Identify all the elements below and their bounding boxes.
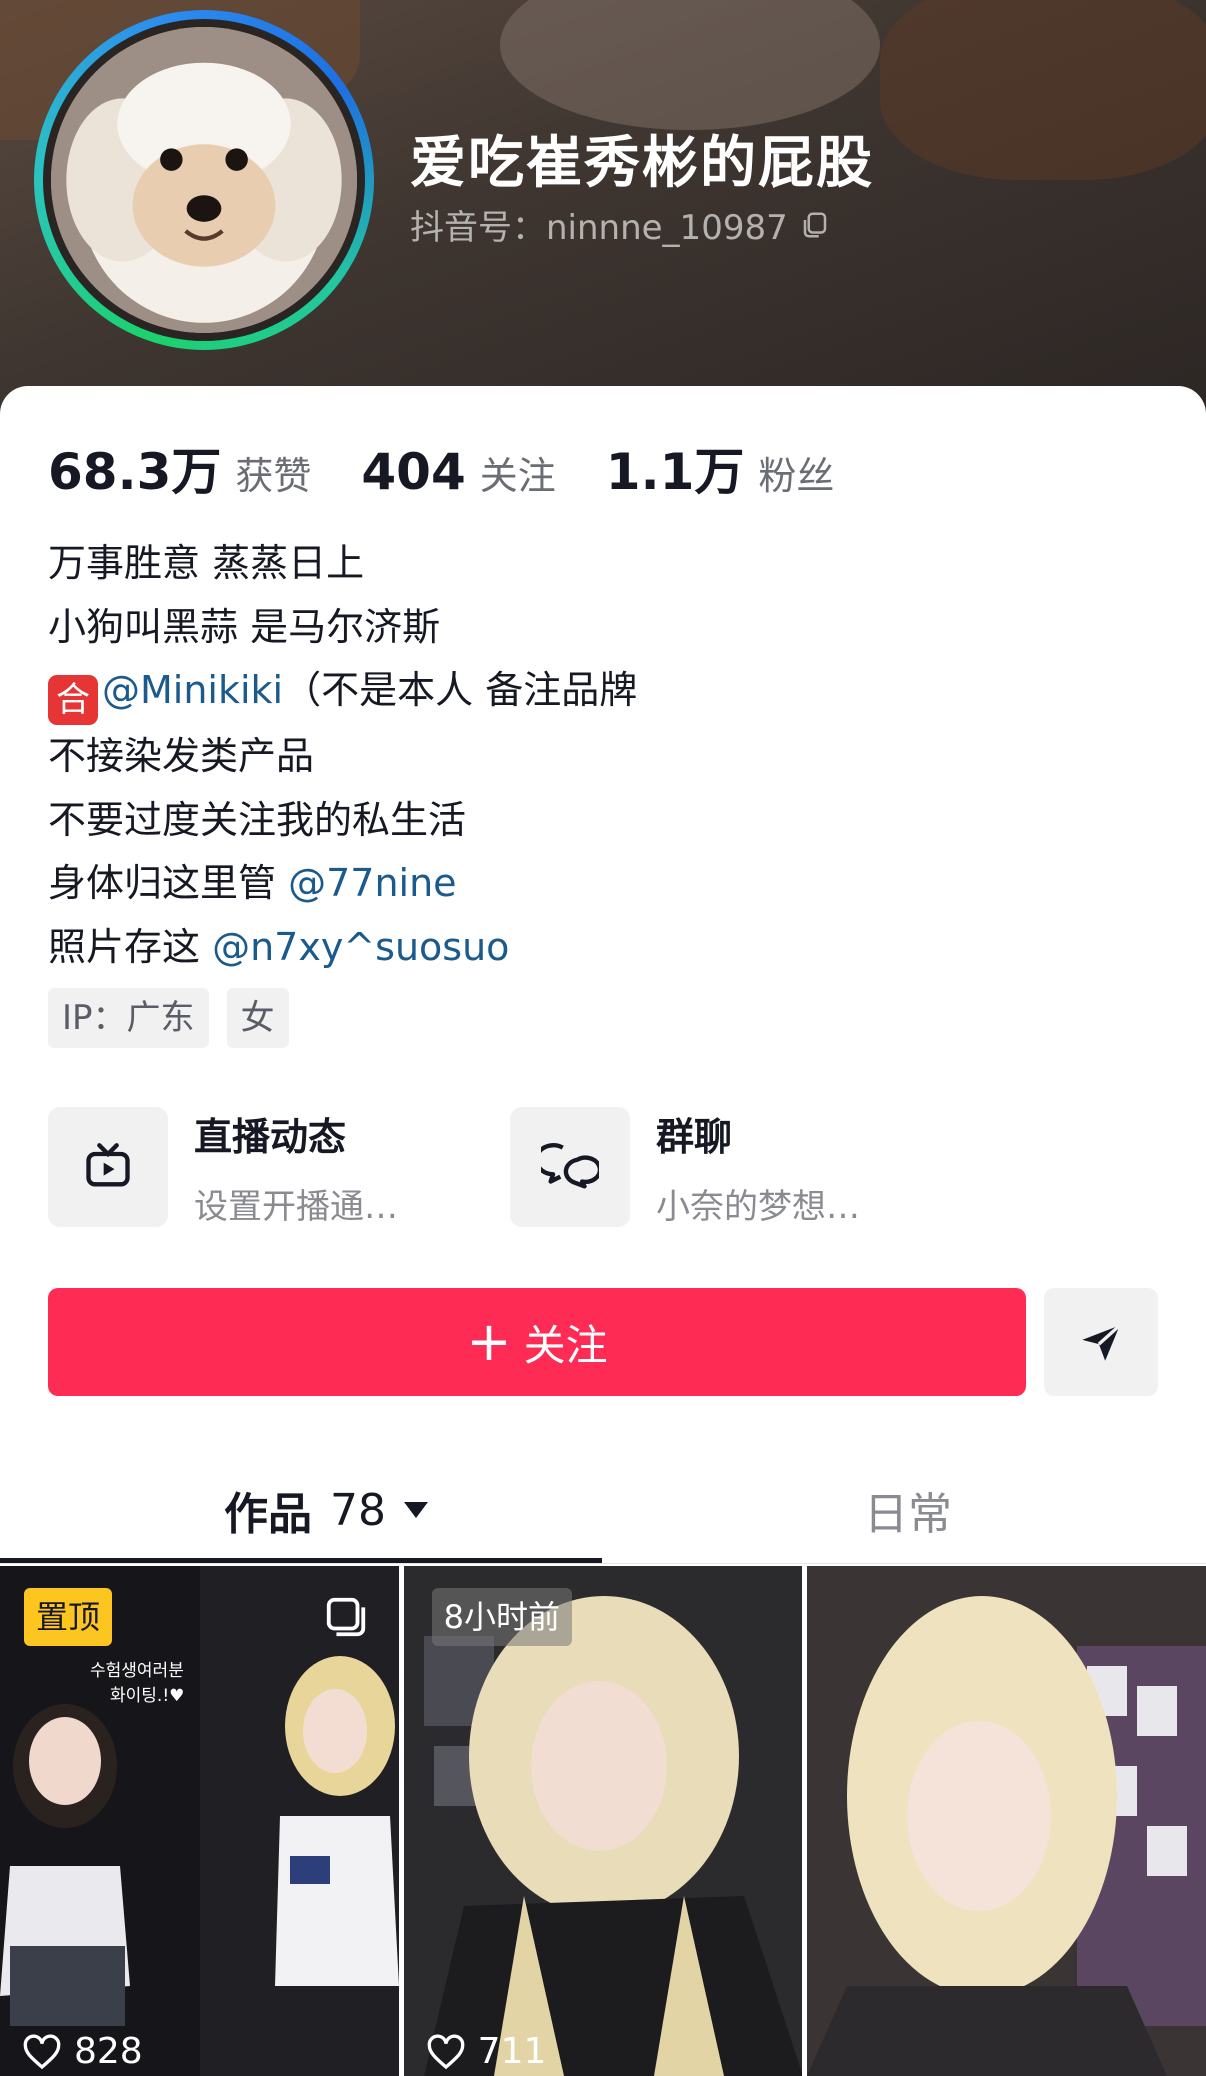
caret-down-icon[interactable] (404, 1502, 428, 1518)
mention-link[interactable]: @Minikiki (102, 668, 283, 712)
bio-text: 身体归这里管 (48, 861, 289, 905)
group-chat-entry[interactable]: 群聊 小奈的梦想… (510, 1106, 860, 1228)
entry-icon-box (510, 1107, 630, 1227)
video-thumbnail[interactable]: 수험생여러분 화이팅.!♥ 置顶 828 (0, 1566, 399, 2076)
post-time-badge: 8小时前 (431, 1588, 573, 1646)
header-background-shape (880, 0, 1206, 180)
bio-text: （不是本人 备注品牌 (283, 668, 638, 712)
stat-label: 关注 (479, 454, 556, 498)
mention-link[interactable]: @n7xy^suosuo (212, 925, 509, 969)
bio-line: 不要过度关注我的私生活 (48, 797, 467, 842)
plus-icon: + (466, 1310, 512, 1373)
ip-location-tag: IP：广东 (48, 988, 209, 1048)
stat-value: 68.3万 (48, 443, 222, 501)
profile-bio: 万事胜意 蒸蒸日上 小狗叫黑蒜 是马尔济斯 合 @Minikiki（不是本人 备注… (48, 532, 637, 979)
pinned-badge: 置顶 (24, 1588, 113, 1646)
entry-subtitle: 小奈的梦想… (656, 1187, 860, 1227)
tab-label: 日常 (864, 1489, 952, 1540)
likes-count: 711 (477, 2031, 547, 2072)
heart-icon (23, 2033, 61, 2069)
copy-icon[interactable] (800, 210, 830, 240)
follow-label: 关注 (523, 1320, 608, 1370)
bio-line: 照片存这 @n7xy^suosuo (48, 916, 637, 980)
profile-tags: IP：广东 女 (48, 988, 289, 1048)
stat-likes[interactable]: 68.3万 获赞 (48, 432, 311, 504)
bio-line: 小狗叫黑蒜 是马尔济斯 (48, 604, 441, 649)
tab-works[interactable]: 作品 78 (224, 1478, 428, 1542)
video-likes: 828 (22, 2031, 143, 2072)
entry-subtitle: 设置开播通… (194, 1187, 398, 1227)
entry-title: 群聊 (656, 1115, 733, 1159)
stat-label: 粉丝 (758, 454, 835, 498)
share-button[interactable] (1044, 1288, 1158, 1396)
svg-text:화이팅.!♥: 화이팅.!♥ (110, 1686, 184, 1706)
send-icon (1082, 1324, 1121, 1361)
video-thumbnail[interactable]: 8小时前 711 (403, 1566, 803, 2076)
video-thumbnail[interactable] (807, 1566, 1206, 2076)
douyin-id[interactable]: 抖音号：ninnne_10987 (410, 200, 830, 249)
tv-icon (86, 1143, 130, 1187)
bio-line: 万事胜意 蒸蒸日上 (48, 541, 365, 585)
avatar[interactable] (51, 27, 357, 333)
douyin-id-text: 抖音号：ninnne_10987 (410, 208, 788, 248)
tab-divider (0, 1563, 1206, 1564)
video-likes: 711 (426, 2031, 547, 2072)
mention-link[interactable]: @77nine (288, 861, 456, 905)
stat-following[interactable]: 404 关注 (361, 443, 555, 501)
cooperation-badge-icon: 合 (48, 675, 98, 725)
live-activity-entry[interactable]: 直播动态 设置开播通… (48, 1106, 398, 1228)
chat-bubbles-icon (541, 1143, 599, 1189)
follow-button[interactable]: + 关注 (48, 1288, 1026, 1396)
stat-value: 1.1万 (605, 443, 745, 501)
heart-icon (427, 2033, 465, 2069)
dog-avatar-image (51, 27, 357, 333)
bio-line: 合 @Minikiki（不是本人 备注品牌 (48, 659, 637, 725)
stat-value: 404 (361, 443, 466, 501)
entry-icon-box (48, 1107, 168, 1227)
header-background-shape (500, 0, 880, 130)
profile-nickname: 爱吃崔秀彬的屁股 (410, 131, 874, 196)
tab-count: 78 (330, 1484, 386, 1536)
entry-title: 直播动态 (194, 1115, 347, 1159)
stat-followers[interactable]: 1.1万 粉丝 (606, 432, 835, 504)
avatar-story-ring[interactable] (34, 10, 374, 350)
bio-line: 身体归这里管 @77nine (48, 852, 637, 916)
gender-tag: 女 (226, 988, 289, 1048)
profile-header: 爱吃崔秀彬的屁股 抖音号：ninnne_10987 (0, 0, 1206, 420)
stats-row: 68.3万 获赞 404 关注 1.1万 粉丝 (48, 432, 884, 504)
stat-label: 获赞 (235, 454, 312, 498)
bio-line: 不接染发类产品 (48, 734, 315, 778)
svg-text:수험생여러분: 수험생여러분 (90, 1661, 184, 1681)
likes-count: 828 (74, 2031, 143, 2072)
tab-daily[interactable]: 日常 (864, 1478, 952, 1542)
multi-photo-icon (326, 1597, 365, 1637)
video-cover-image (807, 1566, 1206, 2076)
tab-label: 作品 (224, 1489, 312, 1540)
bio-text: 照片存这 (48, 924, 213, 969)
video-grid: 수험생여러분 화이팅.!♥ 置顶 828 8小时前 711 (0, 1566, 1206, 2076)
